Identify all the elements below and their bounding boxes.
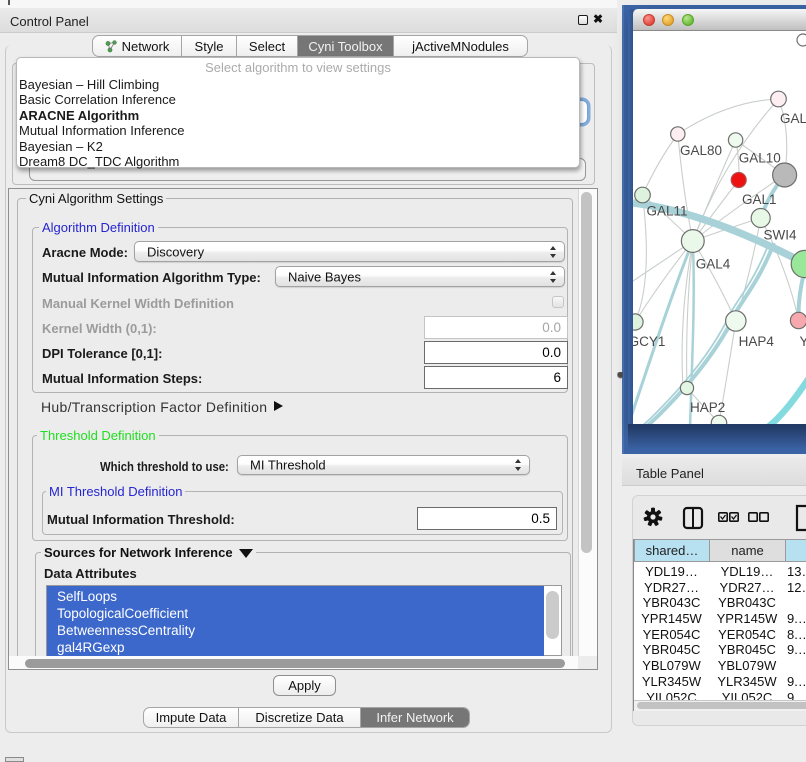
svg-text:HAP4: HAP4 (739, 334, 775, 349)
svg-text:SWI4: SWI4 (763, 228, 796, 243)
svg-text:GAL1: GAL1 (742, 192, 777, 207)
svg-text:GAL10: GAL10 (739, 151, 781, 166)
svg-text:GCY1: GCY1 (633, 334, 665, 349)
svg-text:HAP2: HAP2 (690, 400, 725, 415)
svg-text:GAL11: GAL11 (646, 204, 687, 219)
svg-text:GAL4: GAL4 (696, 257, 731, 272)
svg-text:YD: YD (800, 334, 806, 349)
svg-text:GAL7: GAL7 (780, 111, 806, 126)
svg-text:GAL80: GAL80 (680, 143, 722, 158)
